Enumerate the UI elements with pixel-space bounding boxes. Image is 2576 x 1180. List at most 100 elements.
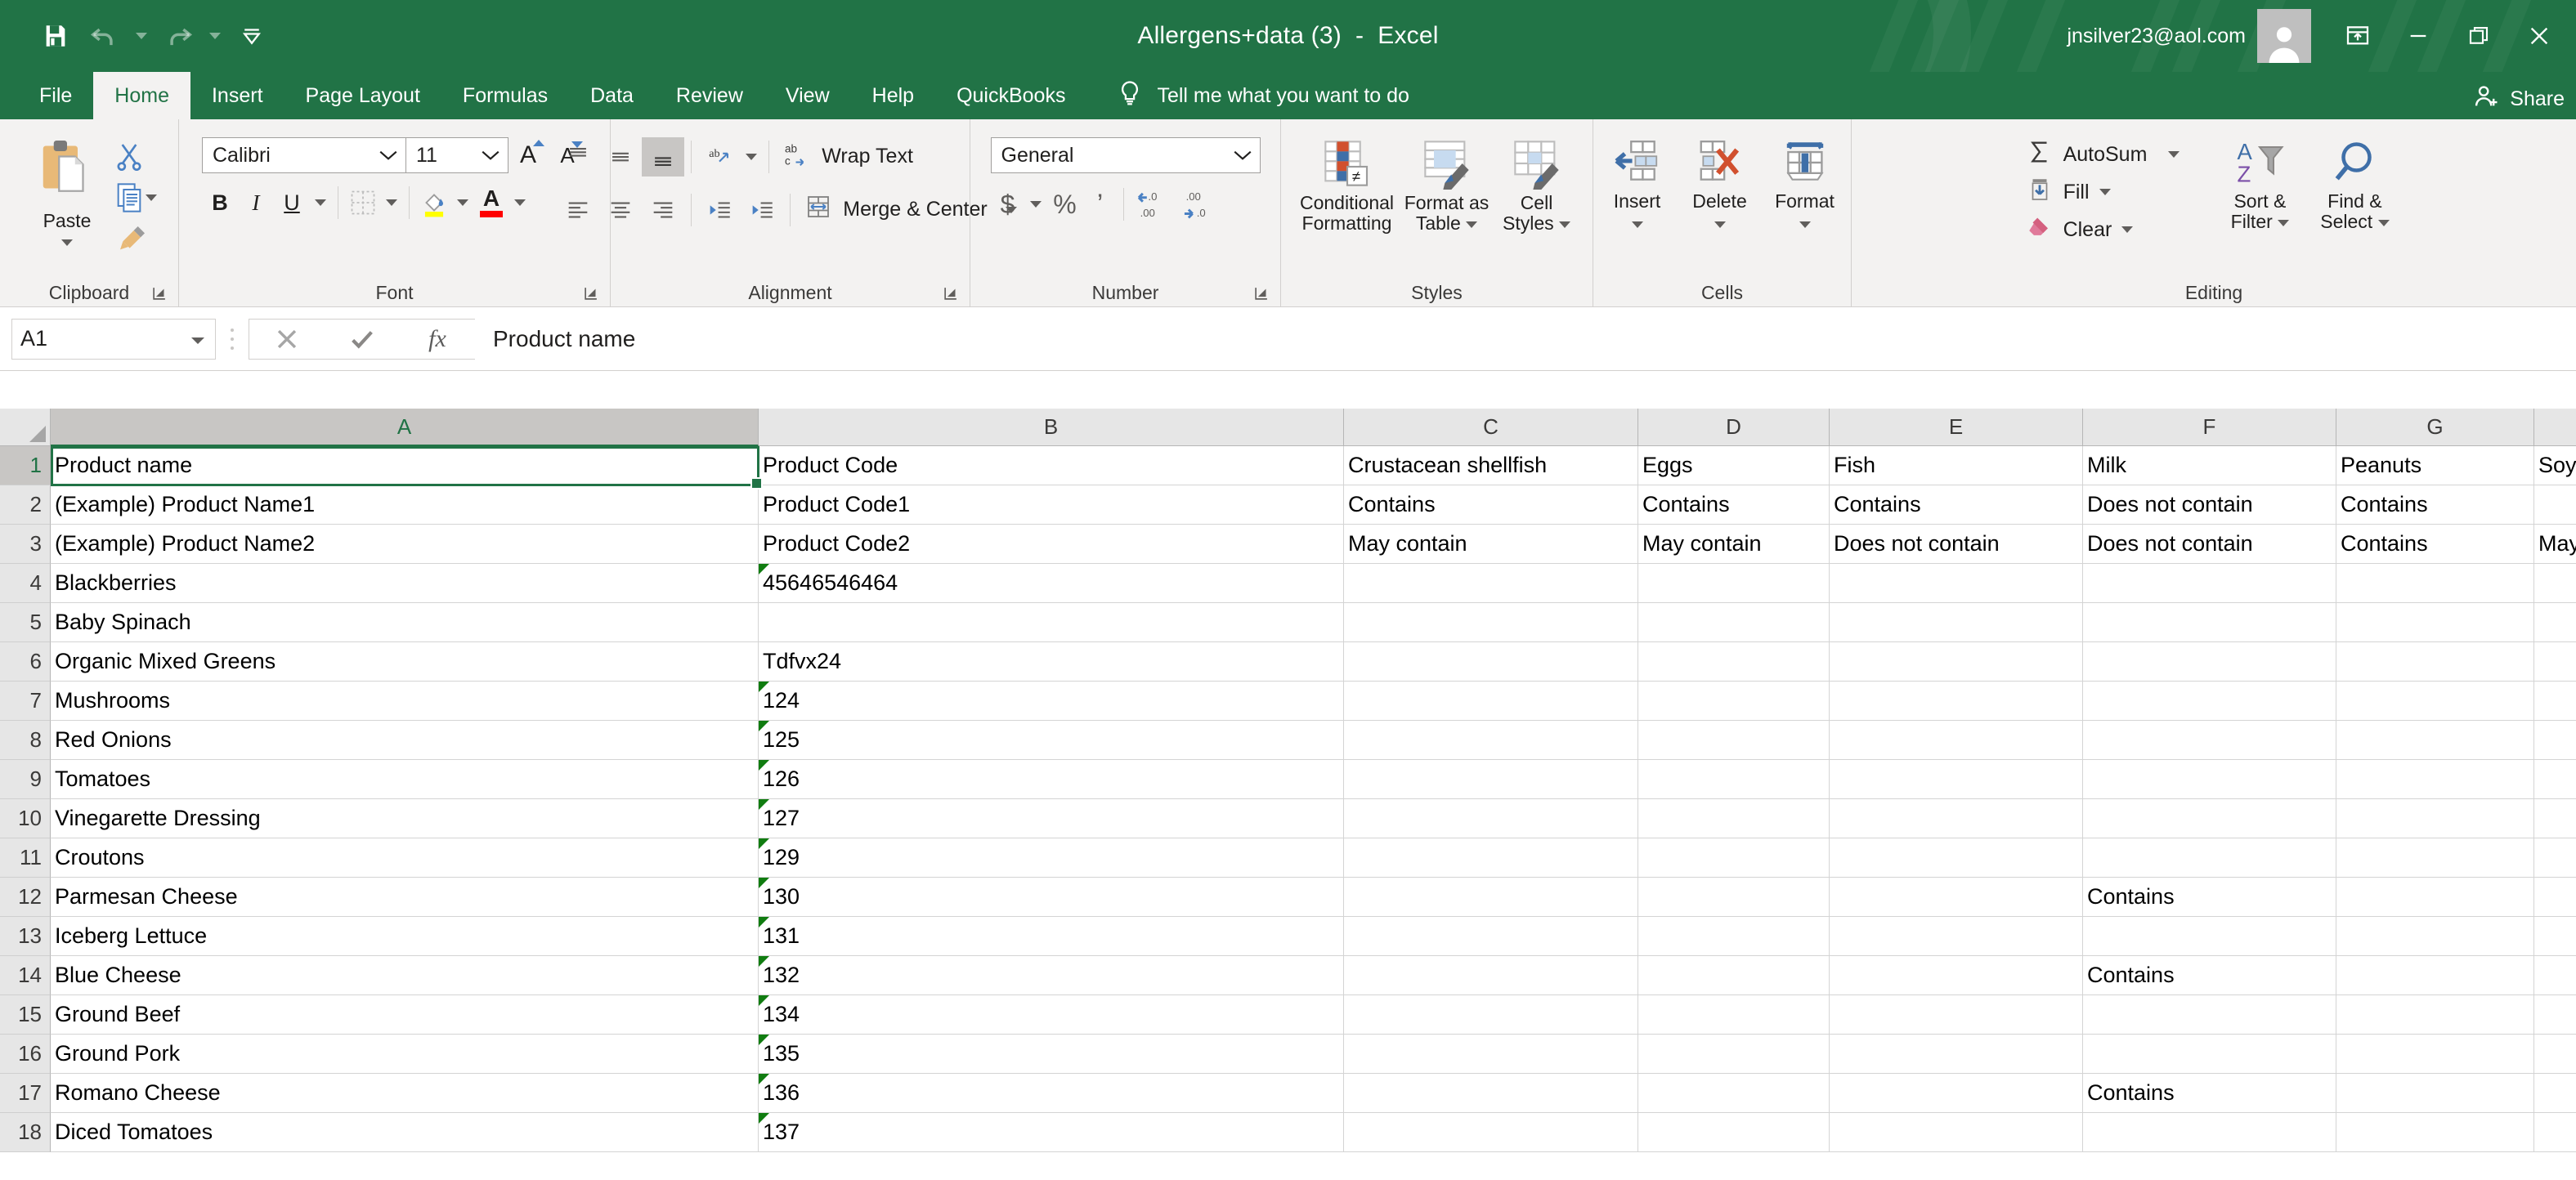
undo-icon[interactable] bbox=[82, 13, 128, 59]
cell-A7[interactable]: Mushrooms bbox=[51, 682, 759, 721]
cell-F2[interactable]: Does not contain bbox=[2083, 485, 2336, 525]
cell-A8[interactable]: Red Onions bbox=[51, 721, 759, 760]
cell-E10[interactable] bbox=[1830, 799, 2083, 838]
cell-G16[interactable] bbox=[2336, 1035, 2534, 1074]
increase-decimal-button[interactable]: .0.00 bbox=[1131, 186, 1176, 222]
fill-color-button[interactable] bbox=[416, 185, 452, 221]
cell-F18[interactable] bbox=[2083, 1113, 2336, 1152]
cell-D3[interactable]: May contain bbox=[1638, 525, 1830, 564]
minimize-icon[interactable] bbox=[2388, 11, 2448, 61]
cell-A14[interactable]: Blue Cheese bbox=[51, 956, 759, 995]
formula-input[interactable]: Product name bbox=[475, 318, 2576, 360]
cell-C3[interactable]: May contain bbox=[1344, 525, 1638, 564]
cell-C15[interactable] bbox=[1344, 995, 1638, 1035]
bold-button[interactable]: B bbox=[202, 185, 238, 221]
cell-G11[interactable] bbox=[2336, 838, 2534, 878]
cell-C9[interactable] bbox=[1344, 760, 1638, 799]
tab-review[interactable]: Review bbox=[655, 72, 764, 119]
cell-styles-dropdown-icon[interactable] bbox=[1559, 221, 1571, 228]
format-as-table-dropdown-icon[interactable] bbox=[1466, 221, 1478, 228]
format-cells-button[interactable]: Format bbox=[1763, 134, 1848, 231]
font-color-button[interactable]: A bbox=[473, 185, 509, 221]
cell-A5[interactable]: Baby Spinach bbox=[51, 603, 759, 642]
tell-me-search[interactable]: Tell me what you want to do bbox=[1086, 72, 1409, 119]
increase-font-size-button[interactable]: A bbox=[508, 137, 548, 173]
cell-E1[interactable]: Fish bbox=[1830, 446, 2083, 485]
cell-G7[interactable] bbox=[2336, 682, 2534, 721]
cell-D5[interactable] bbox=[1638, 603, 1830, 642]
cell-A6[interactable]: Organic Mixed Greens bbox=[51, 642, 759, 682]
find-select-dropdown-icon[interactable] bbox=[2377, 219, 2390, 226]
cell-H6[interactable] bbox=[2534, 642, 2576, 682]
cell-G15[interactable] bbox=[2336, 995, 2534, 1035]
copy-dropdown-icon[interactable] bbox=[146, 194, 157, 201]
cancel-entry-icon[interactable] bbox=[249, 319, 325, 360]
cell-E15[interactable] bbox=[1830, 995, 2083, 1035]
cell-B4[interactable]: 45646546464 bbox=[759, 564, 1344, 603]
cell-H18[interactable] bbox=[2534, 1113, 2576, 1152]
cell-E17[interactable] bbox=[1830, 1074, 2083, 1113]
cell-F16[interactable] bbox=[2083, 1035, 2336, 1074]
copy-button[interactable] bbox=[113, 178, 146, 217]
cell-E9[interactable] bbox=[1830, 760, 2083, 799]
cell-E8[interactable] bbox=[1830, 721, 2083, 760]
row-header-6[interactable]: 6 bbox=[0, 642, 51, 682]
paste-button[interactable]: Paste bbox=[21, 134, 113, 249]
cell-H7[interactable] bbox=[2534, 682, 2576, 721]
cell-F12[interactable]: Contains bbox=[2083, 878, 2336, 917]
tab-page-layout[interactable]: Page Layout bbox=[284, 72, 441, 119]
cell-G17[interactable] bbox=[2336, 1074, 2534, 1113]
cell-A1[interactable]: Product name bbox=[51, 446, 759, 485]
tab-data[interactable]: Data bbox=[569, 72, 655, 119]
fill-button[interactable]: Fill bbox=[2026, 173, 2180, 211]
confirm-entry-icon[interactable] bbox=[325, 319, 400, 360]
column-header-b[interactable]: B bbox=[759, 409, 1344, 446]
cell-styles-button[interactable]: Cell Styles bbox=[1494, 134, 1579, 237]
tab-help[interactable]: Help bbox=[851, 72, 935, 119]
decrease-decimal-button[interactable]: .00.0 bbox=[1176, 186, 1222, 222]
cell-C10[interactable] bbox=[1344, 799, 1638, 838]
cell-F15[interactable] bbox=[2083, 995, 2336, 1035]
row-header-11[interactable]: 11 bbox=[0, 838, 51, 878]
cell-D12[interactable] bbox=[1638, 878, 1830, 917]
cell-A15[interactable]: Ground Beef bbox=[51, 995, 759, 1035]
account-email[interactable]: jnsilver23@aol.com bbox=[2067, 25, 2246, 48]
cell-C11[interactable] bbox=[1344, 838, 1638, 878]
row-header-3[interactable]: 3 bbox=[0, 525, 51, 564]
cell-D9[interactable] bbox=[1638, 760, 1830, 799]
cell-H2[interactable] bbox=[2534, 485, 2576, 525]
increase-indent-button[interactable] bbox=[741, 190, 783, 230]
align-top-button[interactable] bbox=[557, 137, 599, 177]
cell-D17[interactable] bbox=[1638, 1074, 1830, 1113]
row-header-1[interactable]: 1 bbox=[0, 446, 51, 485]
cell-G1[interactable]: Peanuts bbox=[2336, 446, 2534, 485]
borders-button[interactable] bbox=[345, 185, 381, 221]
orientation-button[interactable]: ab bbox=[698, 137, 741, 177]
redo-icon[interactable] bbox=[155, 13, 201, 59]
insert-dropdown-icon[interactable] bbox=[1631, 221, 1643, 228]
row-header-8[interactable]: 8 bbox=[0, 721, 51, 760]
cell-E2[interactable]: Contains bbox=[1830, 485, 2083, 525]
cell-B11[interactable]: 129 bbox=[759, 838, 1344, 878]
cell-F10[interactable] bbox=[2083, 799, 2336, 838]
row-header-12[interactable]: 12 bbox=[0, 878, 51, 917]
cell-E7[interactable] bbox=[1830, 682, 2083, 721]
cell-E3[interactable]: Does not contain bbox=[1830, 525, 2083, 564]
cell-A16[interactable]: Ground Pork bbox=[51, 1035, 759, 1074]
cell-G5[interactable] bbox=[2336, 603, 2534, 642]
format-as-table-button[interactable]: Format as Table bbox=[1400, 134, 1494, 237]
cell-D16[interactable] bbox=[1638, 1035, 1830, 1074]
cell-H5[interactable] bbox=[2534, 603, 2576, 642]
cell-B8[interactable]: 125 bbox=[759, 721, 1344, 760]
cell-B5[interactable] bbox=[759, 603, 1344, 642]
cell-G18[interactable] bbox=[2336, 1113, 2534, 1152]
cell-G2[interactable]: Contains bbox=[2336, 485, 2534, 525]
cut-button[interactable] bbox=[113, 137, 157, 177]
underline-button[interactable]: U bbox=[274, 185, 310, 221]
share-button[interactable]: Share bbox=[2472, 83, 2565, 116]
tab-view[interactable]: View bbox=[764, 72, 851, 119]
cell-A12[interactable]: Parmesan Cheese bbox=[51, 878, 759, 917]
cell-H16[interactable] bbox=[2534, 1035, 2576, 1074]
fill-dropdown-icon[interactable] bbox=[2099, 189, 2111, 195]
cell-B10[interactable]: 127 bbox=[759, 799, 1344, 838]
